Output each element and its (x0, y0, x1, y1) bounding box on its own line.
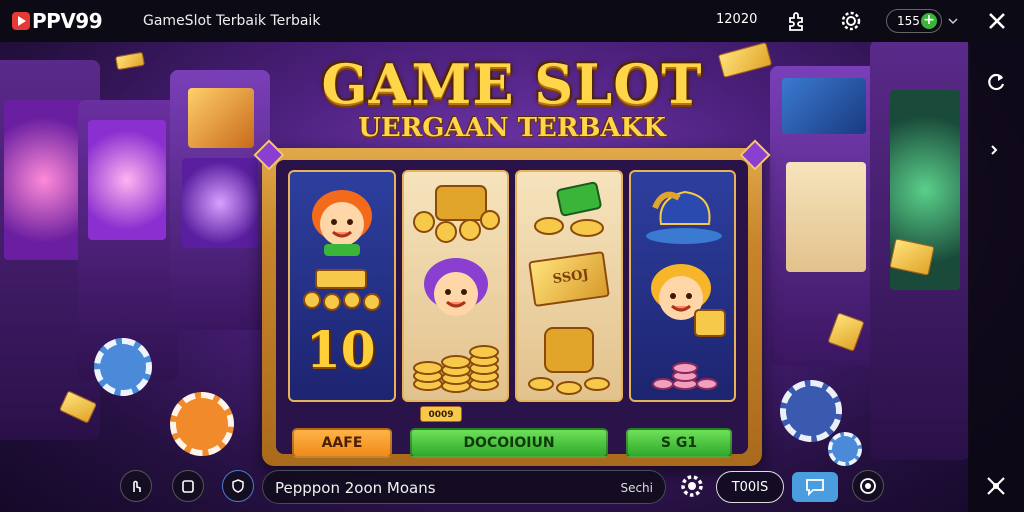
reel-3: SSOJ (515, 170, 623, 402)
game-subtitle: UERGAAN TERBAKK (358, 113, 666, 143)
move-icon[interactable] (984, 474, 1008, 498)
reel-1: 10 (288, 170, 396, 402)
chevron-down-icon[interactable] (944, 8, 962, 34)
gold-sign-icon: SSOJ (528, 250, 610, 308)
character-face-icon (423, 258, 488, 316)
reel-number: 10 (306, 320, 376, 379)
puzzle-icon[interactable] (784, 8, 810, 34)
auto-button[interactable]: AAFE (292, 428, 392, 458)
search-input[interactable]: Pepppon 2oon Moans (275, 479, 436, 497)
top-bar: PPV99 GameSlot Terbaik Terbaik 12020 155… (0, 0, 1024, 42)
character-face-icon (650, 264, 726, 337)
page-title: GameSlot Terbaik Terbaik (143, 13, 321, 29)
download-button[interactable]: DOCOIOIUN (410, 428, 608, 458)
settings-icon[interactable] (676, 470, 708, 502)
logo-text: PPV99 (32, 9, 103, 33)
balance-pill[interactable]: 155 + (886, 9, 942, 33)
record-icon[interactable] (852, 470, 884, 502)
chat-icon[interactable] (792, 472, 838, 502)
game-title: GAME SLOT (321, 52, 703, 116)
cash-icon (534, 181, 604, 237)
game-page: GAME SLOT UERGAAN TERBAKK 10 SSOJ 0009 A… (0, 0, 1024, 512)
search-button[interactable]: Sechi (620, 481, 653, 495)
play-logo-icon (12, 12, 30, 30)
coin-roll-icon (528, 327, 610, 395)
coin-stack-icon (412, 345, 499, 393)
reel-4 (628, 170, 736, 402)
search-bar[interactable]: Pepppon 2oon Moans Sechi (262, 470, 666, 504)
poker-chip-icon (828, 432, 862, 466)
payline-tag: 0009 (420, 406, 462, 422)
spin-button[interactable]: S G1 (626, 428, 732, 458)
balance-value: 155 (897, 14, 920, 28)
gear-icon[interactable] (838, 8, 864, 34)
poker-chip-icon (94, 338, 152, 396)
money-bag-icon (645, 190, 722, 244)
coin-stack-icon (651, 362, 718, 390)
character-face-icon (312, 190, 372, 256)
refresh-icon[interactable] (984, 70, 1008, 94)
poker-chip-icon (170, 392, 234, 456)
shield-icon[interactable] (222, 470, 254, 502)
site-logo[interactable]: PPV99 (12, 9, 103, 33)
cabinet-screen (182, 158, 258, 248)
coin-count: 12020 (716, 12, 758, 27)
apps-icon[interactable] (172, 470, 204, 502)
plus-icon[interactable]: + (921, 13, 937, 29)
reel-grid: 10 SSOJ (288, 170, 736, 402)
close-icon[interactable] (984, 8, 1010, 34)
hand-icon[interactable] (120, 470, 152, 502)
poker-chip-icon (780, 380, 842, 442)
cabinet-screen (786, 162, 866, 272)
reel-2 (401, 170, 509, 402)
side-toolbar (968, 42, 1024, 512)
slot-machine: 10 SSOJ 0009 AAFE DOCOIOIUN S G1 (253, 139, 771, 466)
chevron-icon[interactable] (984, 138, 1008, 162)
coin-pile-icon (412, 185, 500, 243)
gold-bars-icon (303, 269, 381, 311)
machine-body: 10 SSOJ 0009 AAFE DOCOIOIUN S G1 (276, 160, 748, 458)
tools-button[interactable]: T00IS (716, 471, 784, 503)
sign-text: SSOJ (551, 267, 590, 288)
